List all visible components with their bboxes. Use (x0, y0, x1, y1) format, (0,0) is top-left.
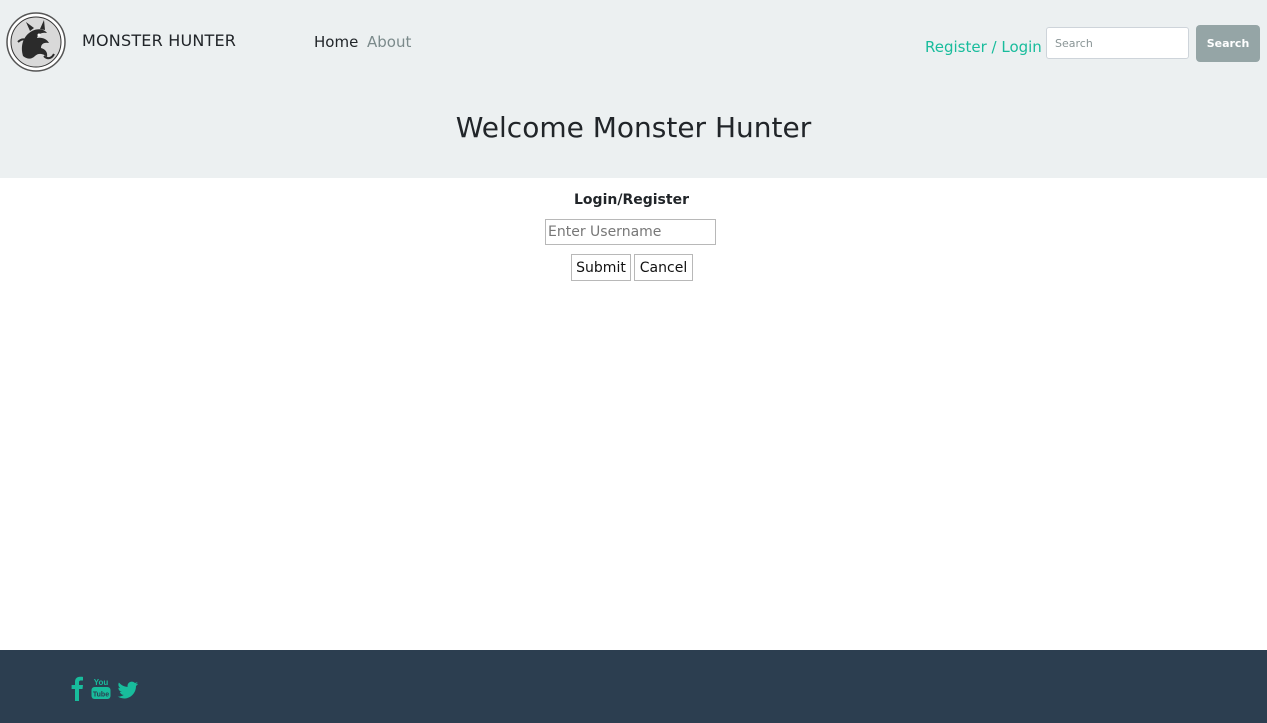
site-footer (0, 650, 1267, 723)
submit-button[interactable]: Submit (571, 254, 631, 281)
search-button[interactable]: Search (1196, 25, 1260, 62)
cancel-button[interactable]: Cancel (634, 254, 693, 281)
register-login-link[interactable]: Register / Login (925, 38, 1042, 56)
nav-about-link[interactable]: About (367, 33, 411, 51)
site-header: MONSTER HUNTER Home About Register / Log… (0, 0, 1267, 178)
login-form-title: Login/Register (574, 192, 689, 208)
youtube-icon[interactable]: You Tube (91, 675, 111, 701)
twitter-icon[interactable] (117, 675, 139, 701)
page-title: Welcome Monster Hunter (455, 111, 812, 144)
facebook-icon[interactable] (70, 675, 84, 701)
search-input[interactable] (1046, 27, 1189, 59)
brand-name[interactable]: MONSTER HUNTER (82, 31, 236, 50)
username-input[interactable] (545, 219, 716, 245)
nav-home-link[interactable]: Home (314, 33, 358, 51)
svg-text:You: You (94, 678, 109, 687)
svg-text:Tube: Tube (93, 692, 109, 699)
dragon-emblem-icon[interactable] (6, 12, 66, 72)
